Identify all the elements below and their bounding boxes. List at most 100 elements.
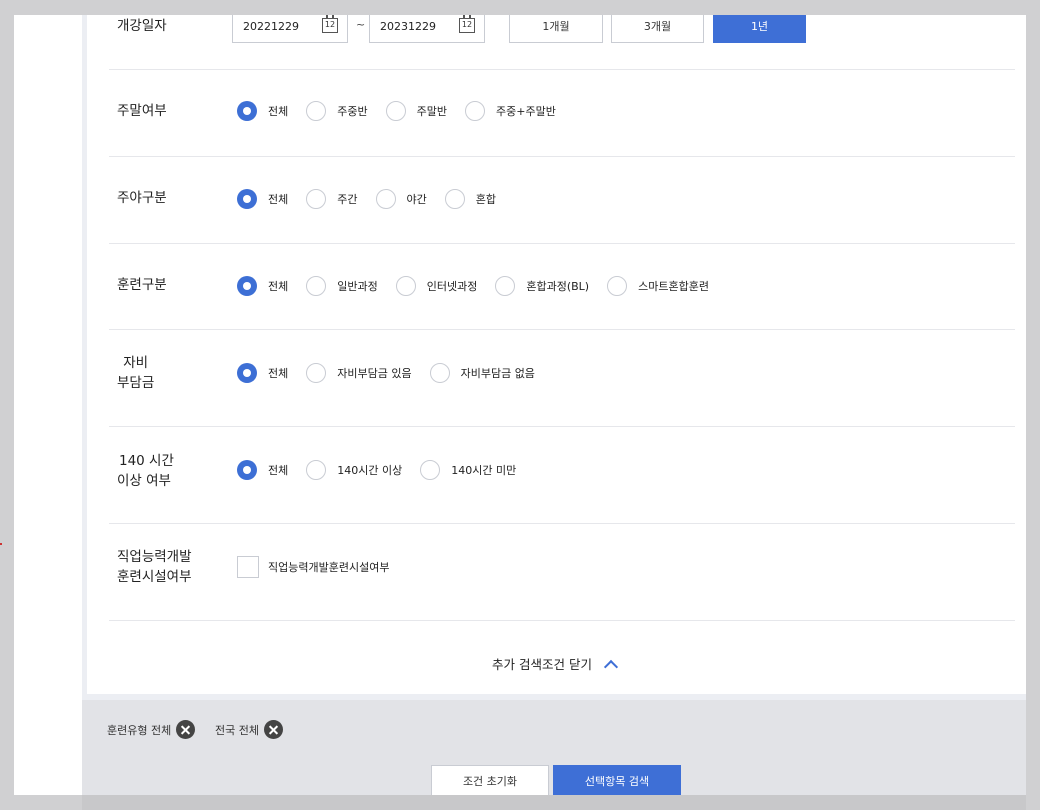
training-option-all[interactable]: 전체: [237, 276, 288, 296]
weekend-option-weekday[interactable]: 주중반: [306, 101, 368, 121]
radio[interactable]: [607, 276, 628, 296]
daynight-options: 전체 주간 야간 혼합: [237, 189, 514, 209]
facility-label: 직업능력개발 훈련시설여부: [117, 547, 192, 587]
radio-selected[interactable]: [237, 276, 257, 296]
radio-selected[interactable]: [237, 460, 257, 480]
option-label: 주간: [337, 193, 358, 206]
bottom-overlay-inner: [82, 795, 1026, 810]
copay-option-no[interactable]: 자비부담금 없음: [429, 363, 535, 383]
radio[interactable]: [306, 363, 327, 383]
hours-option-over[interactable]: 140시간 이상: [306, 460, 402, 480]
radio-selected[interactable]: [237, 363, 257, 383]
option-label: 자비부담금 있음: [337, 367, 412, 380]
chevron-up-icon: [603, 659, 619, 674]
hours-options: 전체 140시간 이상 140시간 미만: [237, 460, 534, 480]
remove-chip-icon[interactable]: [176, 720, 196, 739]
radio[interactable]: [429, 363, 450, 383]
option-label: 주중+주말반: [496, 105, 556, 118]
search-selected-button[interactable]: 선택항목 검색: [553, 765, 681, 798]
remove-chip-icon[interactable]: [263, 720, 283, 739]
daynight-option-day[interactable]: 주간: [306, 189, 358, 209]
search-panel-body: 개강일자 20221229 12 ~ 20231229 12 1개월 3개월 1…: [87, 0, 1026, 694]
option-label: 전체: [268, 464, 289, 477]
option-label: 주말반: [416, 105, 447, 118]
option-label: 인터넷과정: [426, 280, 478, 293]
left-background-page: [14, 15, 82, 795]
radio[interactable]: [385, 101, 406, 121]
daynight-option-mixed[interactable]: 혼합: [444, 189, 496, 209]
training-option-internet[interactable]: 인터넷과정: [395, 276, 478, 296]
date-label: 개강일자: [117, 18, 167, 34]
facility-options: 직업능력개발훈련시설여부: [237, 556, 407, 578]
hours-option-all[interactable]: 전체: [237, 460, 288, 480]
copay-label: 자비 부담금: [117, 353, 154, 393]
radio[interactable]: [306, 101, 327, 121]
hours-option-under[interactable]: 140시간 미만: [420, 460, 516, 480]
reset-conditions-button[interactable]: 조건 초기화: [431, 765, 549, 798]
date-range-separator: ~: [356, 18, 366, 31]
calendar-icon[interactable]: 12: [322, 15, 338, 33]
weekend-option-both[interactable]: 주중+주말반: [465, 101, 556, 121]
option-label: 전체: [268, 193, 289, 206]
facility-label-line2: 훈련시설여부: [117, 569, 192, 585]
hours-label-line1: 140 시간: [119, 453, 174, 469]
daynight-option-all[interactable]: 전체: [237, 189, 288, 209]
chip-label: 훈련유형 전체: [107, 723, 172, 737]
radio[interactable]: [306, 189, 327, 209]
copay-label-line2: 부담금: [117, 375, 155, 391]
option-label: 혼합: [475, 193, 496, 206]
weekend-row: 주말여부 전체 주중반 주말반 주중+주말반: [109, 70, 1015, 157]
weekend-option-weekend[interactable]: 주말반: [385, 101, 447, 121]
close-advanced-search-toggle[interactable]: 추가 검색조건 닫기: [492, 654, 619, 674]
hours-label: 140 시간 이상 여부: [117, 451, 174, 491]
radio[interactable]: [495, 276, 516, 296]
radio[interactable]: [420, 460, 441, 480]
option-label: 자비부담금 없음: [460, 367, 535, 380]
option-label: 전체: [268, 280, 289, 293]
training-option-general[interactable]: 일반과정: [306, 276, 378, 296]
facility-checkbox-option[interactable]: 직업능력개발훈련시설여부: [237, 556, 389, 578]
stray-marker: [0, 543, 2, 545]
right-overlay: [1026, 0, 1040, 810]
training-option-blended[interactable]: 혼합과정(BL): [495, 276, 589, 296]
option-label: 혼합과정(BL): [526, 280, 590, 293]
checkbox[interactable]: [237, 556, 259, 578]
copay-label-line1: 자비: [123, 355, 149, 371]
radio[interactable]: [444, 189, 465, 209]
facility-label-line1: 직업능력개발: [117, 549, 192, 565]
chip-label: 전국 전체: [215, 723, 259, 737]
training-row: 훈련구분 전체 일반과정 인터넷과정 혼합과정(BL) 스마트혼합훈련: [109, 244, 1015, 330]
copay-option-yes[interactable]: 자비부담금 있음: [306, 363, 412, 383]
calendar-icon[interactable]: 12: [459, 15, 475, 33]
daynight-option-night[interactable]: 야간: [375, 189, 427, 209]
daynight-label: 주야구분: [117, 190, 167, 206]
radio-selected[interactable]: [237, 101, 257, 121]
option-label: 140시간 미만: [451, 464, 517, 477]
option-label: 전체: [268, 367, 289, 380]
option-label: 일반과정: [337, 280, 378, 293]
option-label: 야간: [406, 193, 427, 206]
option-label: 스마트혼합훈련: [638, 280, 709, 293]
training-option-smart[interactable]: 스마트혼합훈련: [607, 276, 709, 296]
filter-chip-training-type: 훈련유형 전체: [107, 720, 196, 739]
daynight-row: 주야구분 전체 주간 야간 혼합: [109, 157, 1015, 244]
top-overlay: [82, 0, 1026, 15]
weekend-label: 주말여부: [117, 103, 167, 119]
radio[interactable]: [375, 189, 396, 209]
option-label: 전체: [268, 105, 289, 118]
toggle-label: 추가 검색조건 닫기: [492, 657, 592, 672]
radio[interactable]: [395, 276, 416, 296]
radio-selected[interactable]: [237, 189, 257, 209]
checkbox-label: 직업능력개발훈련시설여부: [268, 561, 390, 574]
weekend-options: 전체 주중반 주말반 주중+주말반: [237, 101, 574, 121]
hours-row: 140 시간 이상 여부 전체 140시간 이상 140시간 미만: [109, 427, 1015, 524]
weekend-option-all[interactable]: 전체: [237, 101, 288, 121]
copay-option-all[interactable]: 전체: [237, 363, 288, 383]
radio[interactable]: [306, 460, 327, 480]
option-label: 140시간 이상: [337, 464, 403, 477]
hours-label-line2: 이상 여부: [117, 473, 171, 489]
copay-options: 전체 자비부담금 있음 자비부담금 없음: [237, 363, 553, 383]
end-date-value: 20231229: [380, 20, 436, 33]
radio[interactable]: [306, 276, 327, 296]
radio[interactable]: [465, 101, 485, 121]
